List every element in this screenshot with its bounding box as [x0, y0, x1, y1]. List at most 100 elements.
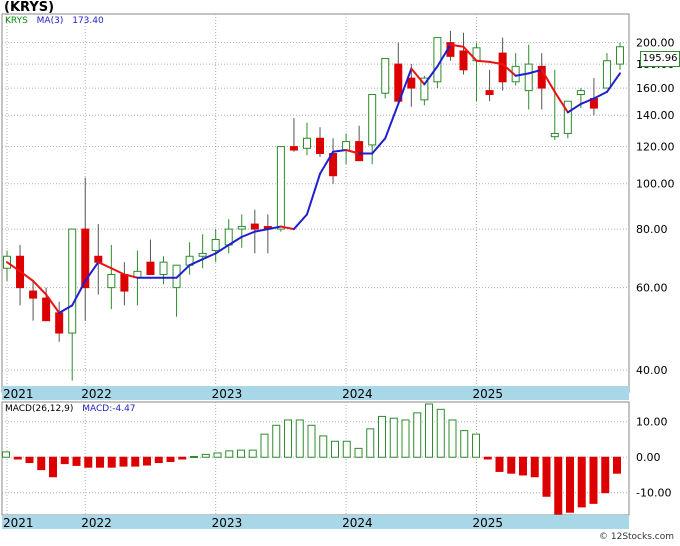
candle-body: [237, 226, 246, 230]
ticker-title: (KRYS): [4, 0, 55, 15]
macd-bar: [448, 419, 457, 458]
candle-body: [146, 261, 155, 276]
candle-body: [355, 141, 364, 162]
macd-bar: [131, 456, 140, 467]
price-y-tick-label: 160.00: [636, 82, 675, 95]
legend-macd-name: MACD(26,12,9): [5, 404, 74, 414]
macd-bar: [530, 456, 539, 478]
price-x-tick-label: 2023: [212, 387, 243, 401]
legend-symbol: KRYS: [5, 16, 28, 26]
candle-body: [459, 50, 468, 71]
macd-bar: [342, 440, 351, 458]
price-x-tick-label: 2024: [342, 387, 373, 401]
legend-ma-value: 173.40: [72, 16, 104, 26]
macd-bar: [378, 415, 386, 458]
legend-ma-name: MA(3): [36, 16, 64, 26]
watermark: © 12Stocks.com: [599, 532, 674, 542]
macd-bar: [472, 433, 480, 458]
macd-bar: [413, 412, 422, 458]
candle-body: [159, 261, 168, 276]
macd-bar: [119, 456, 128, 467]
macd-bar: [49, 456, 57, 478]
candle-body: [29, 290, 38, 299]
macd-bar: [225, 450, 234, 458]
macd-bar: [201, 453, 210, 458]
macd-x-tick-label: 2023: [212, 516, 243, 530]
price-y-tick-label: 100.00: [636, 178, 675, 191]
candle-body: [120, 274, 129, 292]
macd-bar: [507, 456, 516, 474]
candle-body: [524, 63, 533, 92]
macd-bar: [542, 456, 551, 497]
candle-body: [107, 274, 116, 289]
candle-body: [289, 146, 298, 151]
macd-bar: [566, 456, 574, 513]
macd-x-tick-label: 2025: [473, 516, 504, 530]
macd-bar: [577, 456, 586, 508]
ma-line-segment: [475, 59, 491, 63]
macd-bar: [436, 408, 445, 458]
macd-bar: [554, 456, 563, 515]
candle-body: [276, 146, 285, 230]
macd-bar: [178, 456, 187, 460]
legend-macd-value: MACD:-4.47: [82, 404, 136, 414]
price-y-tick-label: 80.00: [636, 223, 668, 236]
macd-y-tick-label: 10.00: [636, 416, 668, 429]
macd-bar: [143, 456, 151, 466]
price-y-tick-label: 140.00: [636, 109, 675, 122]
candle-body: [198, 252, 207, 257]
macd-bar: [25, 456, 34, 464]
candle-body: [576, 90, 585, 96]
macd-bar: [96, 456, 104, 468]
candle-body: [485, 90, 494, 96]
candle-body: [211, 239, 220, 252]
candle-body: [368, 94, 377, 146]
macd-bar: [213, 452, 222, 458]
candle-body: [407, 77, 416, 89]
macd-bar: [72, 456, 81, 466]
macd-bar: [483, 456, 492, 460]
macd-y-tick-label: 0.00: [636, 451, 661, 464]
macd-bar: [166, 456, 175, 462]
macd-x-tick-label: 2021: [3, 516, 34, 530]
price-y-tick-label: 60.00: [636, 282, 668, 295]
last-price-badge: 195.96: [640, 51, 680, 67]
price-y-tick-label: 200.00: [636, 37, 675, 50]
macd-bar: [319, 435, 328, 458]
macd-bar: [366, 428, 375, 458]
price-y-tick-label: 120.00: [636, 141, 675, 154]
macd-y-tick-label: -10.00: [636, 487, 671, 500]
macd-bar: [460, 430, 469, 458]
macd-bar: [601, 456, 610, 494]
macd-bar: [272, 424, 281, 458]
macd-bar: [190, 456, 198, 459]
candle-body: [55, 312, 64, 334]
macd-bar: [401, 419, 410, 458]
candle-body: [616, 46, 624, 65]
macd-x-tick-label: 2022: [81, 516, 112, 530]
price-x-tick-label: 2021: [3, 387, 34, 401]
macd-bar: [154, 456, 163, 464]
candle-body: [563, 100, 572, 134]
macd-bar: [60, 456, 69, 465]
candle-body: [433, 37, 442, 83]
candle-body: [316, 137, 325, 154]
macd-bar: [84, 456, 93, 468]
price-x-tick-label: 2022: [81, 387, 112, 401]
price-legend: KRYS MA(3) 173.40: [5, 16, 110, 26]
candle-body: [302, 137, 311, 149]
macd-bar: [389, 417, 398, 458]
candle-body: [342, 141, 351, 151]
macd-bar: [107, 456, 116, 468]
candle-body: [250, 223, 259, 230]
candle-body: [381, 58, 390, 94]
macd-bar: [331, 440, 339, 458]
macd-bar: [354, 447, 363, 458]
candle-body: [602, 60, 611, 89]
macd-bar: [425, 403, 433, 458]
macd-legend: MACD(26,12,9) MACD:-4.47: [5, 404, 142, 414]
krys-chart: 40.00 60.00 80.00 100.00 120.00 140.00 160.00 1…: [0, 0, 680, 546]
candle-body: [42, 297, 51, 322]
macd-bar: [237, 449, 245, 458]
macd-bar: [589, 456, 598, 504]
